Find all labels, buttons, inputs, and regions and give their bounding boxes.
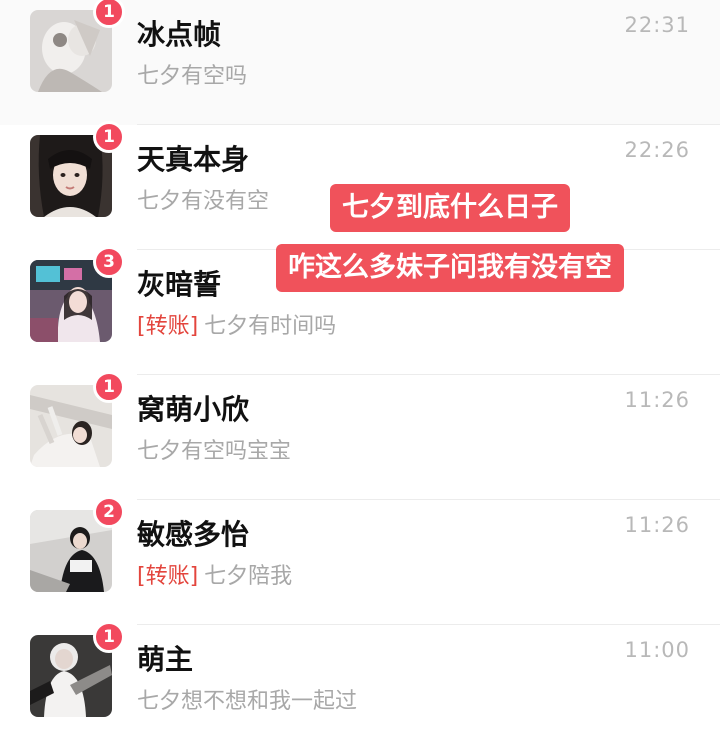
message-preview-text: 七夕有没有空 [137,189,270,214]
contact-name: 天真本身 [137,143,250,176]
message-preview: 七夕想不想和我一起过 [137,683,357,715]
unread-badge: 1 [93,371,125,403]
message-preview: [转账] 七夕有时间吗 [137,308,336,340]
chat-list: 1 冰点帧 22:31 七夕有空吗 1 天真本身 22:26 七夕有没有空 3 … [0,0,720,732]
caption-line-2: 咋这么多妹子问我有没有空 [276,244,624,292]
unread-badge: 1 [93,121,125,153]
message-preview-text: 七夕有时间吗 [204,314,337,339]
message-preview-text: 七夕陪我 [204,564,293,589]
message-preview: 七夕有空吗 [137,58,247,90]
message-preview: [转账] 七夕陪我 [137,558,292,590]
message-preview: 七夕有空吗宝宝 [137,433,291,465]
contact-name: 敏感多怡 [137,518,250,551]
contact-name: 灰暗誓 [137,268,222,301]
message-time: 22:26 [624,138,690,162]
message-preview-text: 七夕想不想和我一起过 [137,689,358,714]
unread-badge: 1 [93,621,125,653]
contact-name: 窝萌小欣 [137,393,250,426]
unread-badge: 2 [93,496,125,528]
transfer-tag: [转账] [137,314,199,339]
message-preview-text: 七夕有空吗 [137,64,248,89]
chat-row[interactable]: 1 窝萌小欣 11:26 七夕有空吗宝宝 [0,371,720,500]
message-time: 11:26 [624,513,690,537]
unread-badge: 1 [93,0,125,28]
message-time: 22:31 [624,13,690,37]
message-preview-text: 七夕有空吗宝宝 [137,439,292,464]
contact-name: 冰点帧 [137,18,222,51]
contact-name: 萌主 [137,643,194,676]
chat-row[interactable]: 2 敏感多怡 11:26 [转账] 七夕陪我 [0,496,720,625]
message-time: 11:26 [624,388,690,412]
chat-row[interactable]: 1 冰点帧 22:31 七夕有空吗 [0,0,720,125]
message-time: 11:00 [624,638,690,662]
chat-row[interactable]: 1 萌主 11:00 七夕想不想和我一起过 [0,621,720,732]
unread-badge: 3 [93,246,125,278]
caption-line-1: 七夕到底什么日子 [330,184,570,232]
message-preview: 七夕有没有空 [137,183,269,215]
transfer-tag: [转账] [137,564,199,589]
